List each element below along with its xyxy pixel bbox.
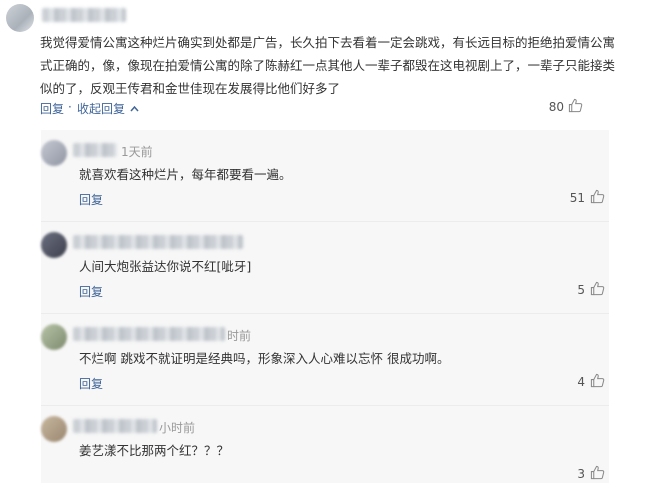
username-blurred[interactable] bbox=[73, 327, 225, 341]
avatar[interactable] bbox=[6, 4, 34, 32]
thumbs-up-icon[interactable] bbox=[590, 373, 605, 388]
collapse-replies-button[interactable]: 收起回复 bbox=[77, 100, 139, 117]
like-count: 4 bbox=[577, 375, 585, 389]
reply-text: 人间大炮张益达你说不红[呲牙] bbox=[79, 259, 252, 274]
username-blurred[interactable] bbox=[73, 235, 243, 249]
reply-item: 1天前 就喜欢看这种烂片，每年都要看一遍。 回复 51 bbox=[41, 130, 609, 222]
avatar[interactable] bbox=[41, 416, 67, 442]
thumbs-up-icon[interactable] bbox=[590, 281, 605, 296]
reply-time: 1天前 bbox=[121, 145, 153, 159]
avatar[interactable] bbox=[41, 232, 67, 258]
thumbs-up-icon[interactable] bbox=[568, 98, 583, 113]
avatar[interactable] bbox=[41, 140, 67, 166]
reply-text: 就喜欢看这种烂片，每年都要看一遍。 bbox=[79, 167, 292, 182]
collapse-label: 收起回复 bbox=[77, 102, 126, 116]
avatar[interactable] bbox=[41, 324, 67, 350]
reply-time: 时前 bbox=[227, 329, 252, 343]
thumbs-up-icon[interactable] bbox=[590, 189, 605, 204]
reply-item: 小时前 姜艺漾不比那两个红？？？ 3 bbox=[41, 406, 609, 498]
separator: · bbox=[68, 100, 72, 114]
like-count: 5 bbox=[577, 283, 585, 297]
reply-button[interactable]: 回复 bbox=[79, 375, 103, 392]
reply-text: 姜艺漾不比那两个红？？？ bbox=[79, 443, 230, 458]
main-comment: 我觉得爱情公寓这种烂片确实到处都是广告，长久拍下去看着一定会跳戏，有长远目标的拒… bbox=[0, 0, 653, 123]
username-blurred[interactable] bbox=[73, 143, 117, 157]
reply-button[interactable]: 回复 bbox=[79, 191, 103, 208]
reply-item: 人间大炮张益达你说不红[呲牙] 回复 5 bbox=[41, 222, 609, 314]
username-blurred[interactable] bbox=[73, 419, 157, 433]
like-count: 80 bbox=[548, 100, 564, 114]
reply-item: 时前 不烂啊 跳戏不就证明是经典吗，形象深入人心难以忘怀 很成功啊。 回复 4 bbox=[41, 314, 609, 406]
reply-list: 1天前 就喜欢看这种烂片，每年都要看一遍。 回复 51 人间大炮张益达你说不红[… bbox=[41, 130, 609, 483]
reply-text: 不烂啊 跳戏不就证明是经典吗，形象深入人心难以忘怀 很成功啊。 bbox=[79, 351, 450, 366]
username-blurred[interactable] bbox=[42, 8, 126, 22]
like-count: 3 bbox=[577, 467, 585, 481]
comment-text: 我觉得爱情公寓这种烂片确实到处都是广告，长久拍下去看着一定会跳戏，有长远目标的拒… bbox=[40, 35, 616, 96]
reply-button[interactable]: 回复 bbox=[40, 100, 64, 117]
reply-time: 小时前 bbox=[159, 421, 196, 435]
chevron-up-icon bbox=[130, 105, 139, 112]
like-count: 51 bbox=[569, 191, 585, 205]
thumbs-up-icon[interactable] bbox=[590, 465, 605, 480]
reply-button[interactable]: 回复 bbox=[79, 283, 103, 300]
